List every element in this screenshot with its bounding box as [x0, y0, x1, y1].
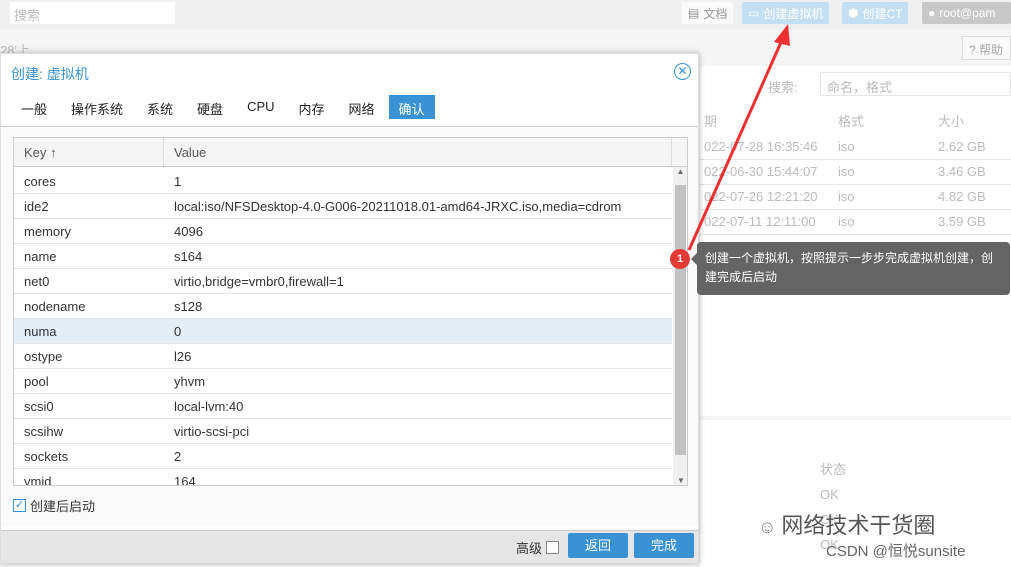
- wechat-icon: ☺: [758, 517, 782, 537]
- watermark-line1: 网络技术干货圈: [781, 513, 936, 538]
- watermark-csdn: CSDN @恒悦sunsite: [826, 543, 966, 560]
- arrow-head: [774, 24, 790, 46]
- annotation-tooltip: 创建一个虚拟机，按照提示一步步完成虚拟机创建，创建完成后启动: [697, 242, 1010, 295]
- watermark-title: ☺ 网络技术干货圈: [758, 508, 935, 540]
- arrow-line: [687, 39, 784, 251]
- step-badge: 1: [670, 249, 690, 269]
